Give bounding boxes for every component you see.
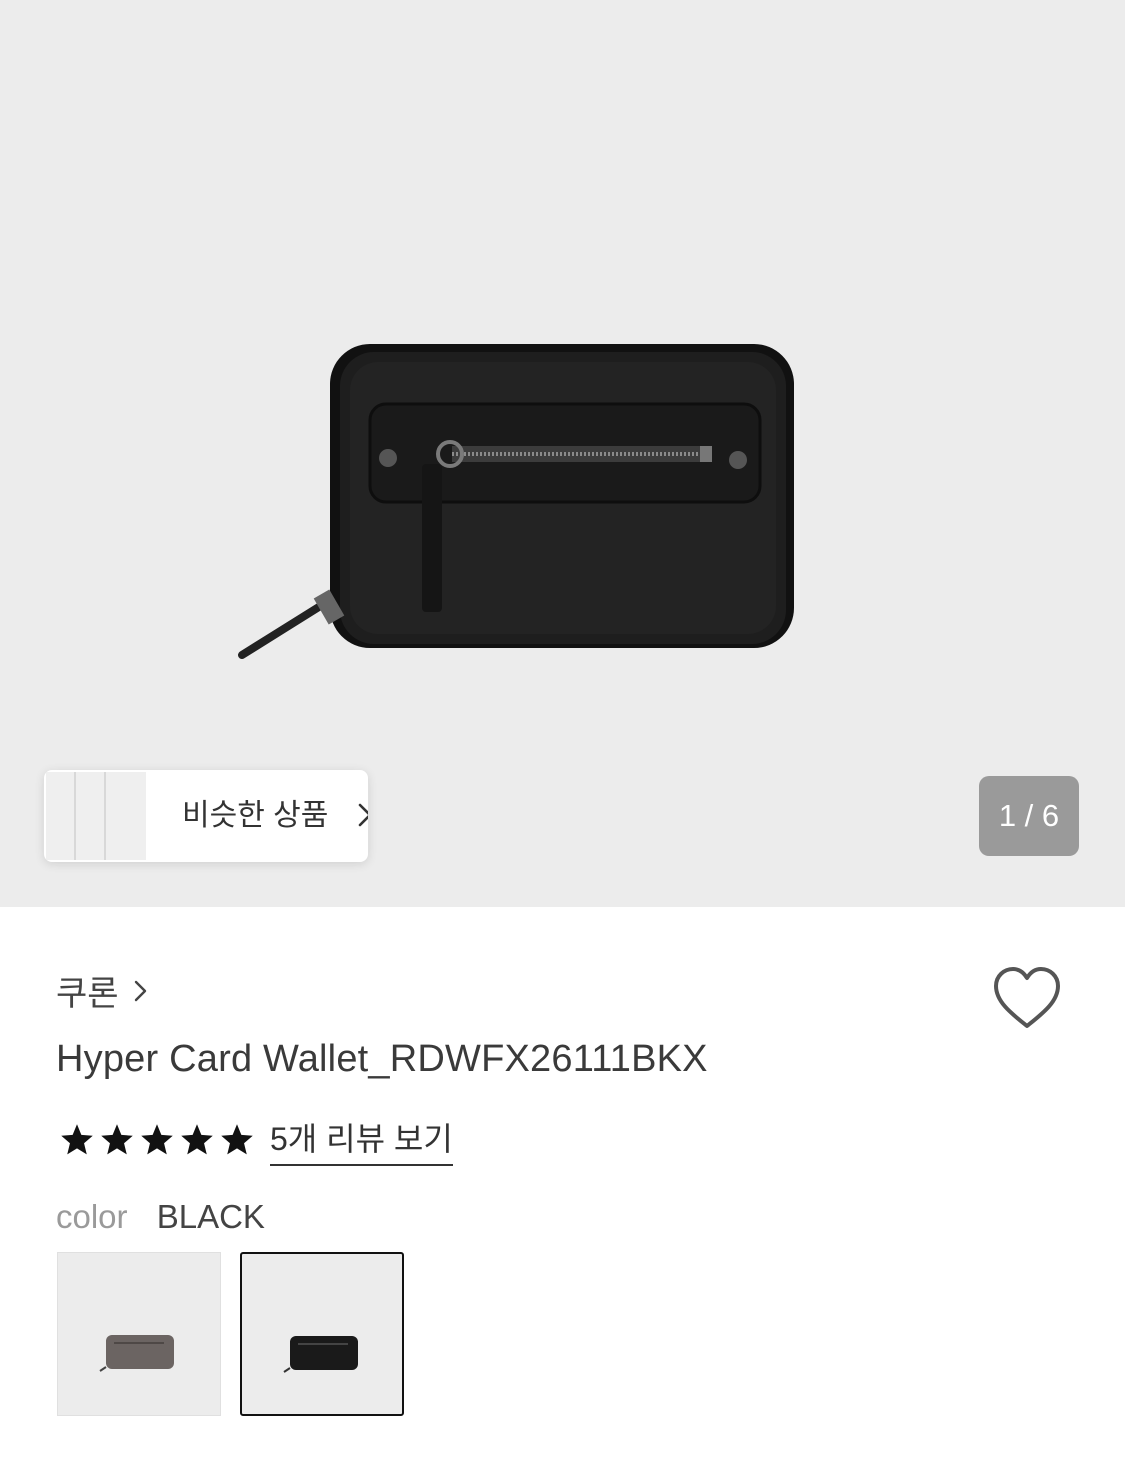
image-counter: 1 / 6 bbox=[979, 776, 1079, 856]
color-swatch-black[interactable] bbox=[240, 1252, 404, 1416]
product-title: Hyper Card Wallet_RDWFX26111BKX bbox=[56, 1038, 708, 1080]
swatch-wallet-image bbox=[99, 1335, 174, 1372]
color-swatch-gray[interactable] bbox=[57, 1252, 221, 1416]
star-rating bbox=[58, 1122, 258, 1158]
chevron-right-icon bbox=[134, 980, 146, 1001]
view-reviews-link[interactable]: 5개 리뷰 보기 bbox=[270, 1114, 453, 1166]
color-label: color bbox=[56, 1198, 128, 1235]
similar-product-thumbnail bbox=[46, 772, 146, 860]
star-icon bbox=[61, 1124, 93, 1155]
color-row: color BLACK bbox=[56, 1198, 265, 1236]
swatch-wallet-image bbox=[283, 1336, 358, 1373]
similar-products-label: 비슷한 상품 bbox=[182, 799, 329, 832]
chevron-right-icon bbox=[358, 803, 368, 827]
brand-name: 쿠론 bbox=[56, 975, 119, 1013]
star-icon bbox=[221, 1124, 253, 1155]
star-icon bbox=[101, 1124, 133, 1155]
star-icon bbox=[141, 1124, 173, 1155]
similar-products-button[interactable]: 비슷한 상품 bbox=[44, 770, 368, 862]
color-value: BLACK bbox=[156, 1198, 265, 1235]
product-image bbox=[238, 344, 794, 659]
star-icon bbox=[181, 1124, 213, 1155]
brand-link[interactable]: 쿠론 bbox=[56, 966, 149, 1015]
product-image-gallery[interactable]: 비슷한 상품 1 / 6 bbox=[0, 0, 1125, 907]
heart-icon[interactable] bbox=[992, 966, 1062, 1032]
rating-row: 5개 리뷰 보기 bbox=[58, 1114, 453, 1166]
